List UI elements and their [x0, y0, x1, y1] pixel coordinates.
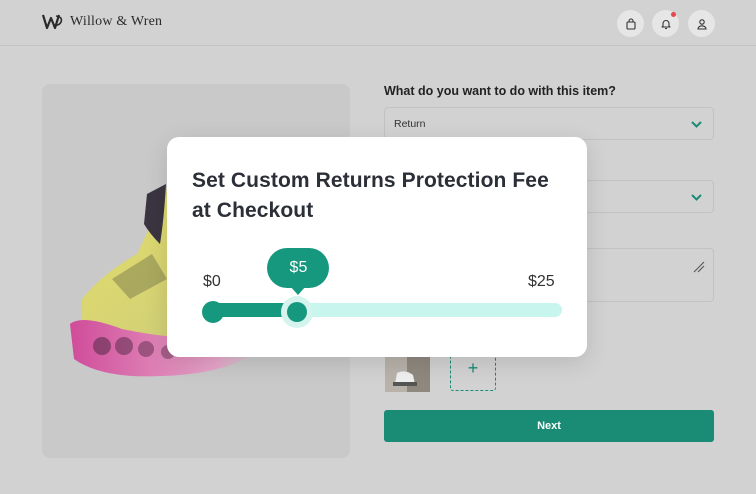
action-select[interactable]: Return	[384, 107, 714, 140]
uploaded-photo-thumbnail[interactable]	[385, 351, 430, 392]
page-background: Willow & Wren What do you want to do wit…	[0, 0, 756, 494]
uploaded-photo-image	[385, 351, 430, 392]
cart-button[interactable]	[617, 10, 644, 37]
slider-handle-inner	[287, 302, 308, 322]
top-header: Willow & Wren	[0, 0, 756, 46]
next-button[interactable]: Next	[384, 410, 714, 442]
chevron-down-icon	[691, 194, 702, 201]
slider-min-label: $0	[203, 273, 221, 290]
brand-logo[interactable]: Willow & Wren	[42, 13, 162, 31]
account-button[interactable]	[688, 10, 715, 37]
slider-start-handle	[202, 301, 224, 323]
notification-dot	[671, 12, 676, 17]
shopping-bag-icon	[625, 17, 636, 30]
brand-mark-icon	[42, 14, 63, 30]
slider-handle[interactable]	[281, 296, 314, 328]
slider-max-label: $25	[528, 273, 555, 290]
modal-title: Set Custom Returns Protection Fee at Che…	[192, 169, 549, 222]
chevron-down-icon	[691, 121, 702, 128]
notifications-button[interactable]	[652, 10, 679, 37]
slider-value-bubble: $5	[267, 248, 330, 295]
brand-name: Willow & Wren	[70, 14, 163, 29]
resize-grip-icon[interactable]	[691, 259, 705, 273]
bell-icon	[660, 19, 671, 29]
form-question: What do you want to do with this item?	[384, 84, 616, 98]
custom-fee-modal: Set Custom Returns Protection Fee at Che…	[167, 137, 587, 357]
slider-track[interactable]	[212, 303, 562, 317]
action-select-value: Return	[394, 118, 426, 130]
user-icon	[696, 18, 707, 30]
